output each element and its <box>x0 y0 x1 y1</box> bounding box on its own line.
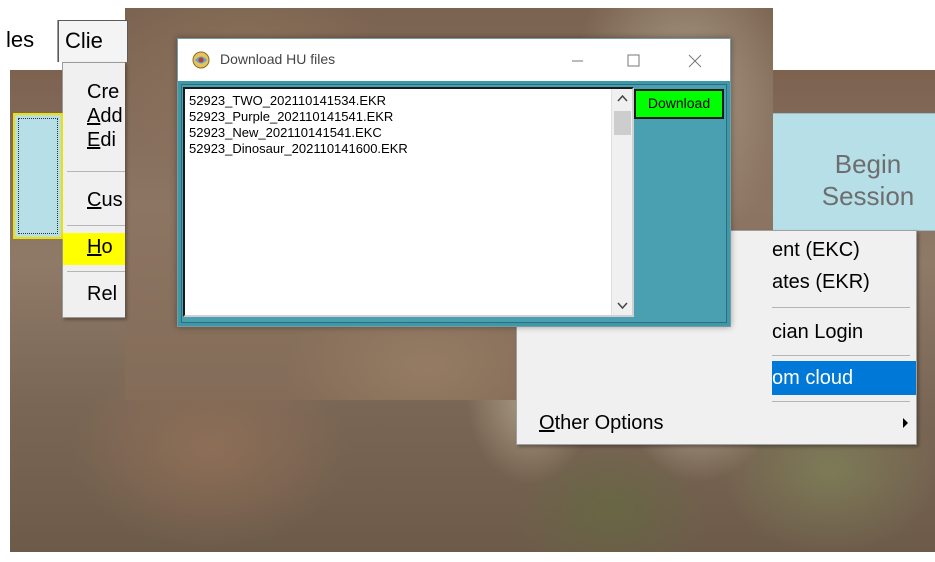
menu-files[interactable]: les <box>0 20 58 62</box>
vertical-scrollbar[interactable] <box>611 89 632 315</box>
menu-bar: les Clie <box>0 0 128 62</box>
window-title: Download HU files <box>220 51 336 67</box>
maximize-icon <box>627 54 640 67</box>
menu-item-edit[interactable]: Edi <box>63 129 125 159</box>
ctx-separator <box>772 355 910 356</box>
left-action-button[interactable] <box>13 113 63 239</box>
minimize-button[interactable] <box>554 39 600 81</box>
maximize-button[interactable] <box>610 39 656 81</box>
chevron-up-icon <box>617 94 628 102</box>
menu-item-rel[interactable]: Rel <box>63 283 125 313</box>
menu-item-home-selected[interactable]: Ho <box>63 233 125 265</box>
begin-session-button[interactable]: Begin Session <box>773 113 935 231</box>
menu-clients[interactable]: Clie <box>58 20 128 62</box>
ctx-item-other-options[interactable]: Other Options <box>517 407 916 441</box>
file-item[interactable]: 52923_TWO_202110141534.EKR <box>189 93 386 108</box>
file-item[interactable]: 52923_New_202110141541.EKC <box>189 125 382 140</box>
file-item[interactable]: 52923_Purple_202110141541.EKR <box>189 109 393 124</box>
submenu-arrow-icon <box>903 418 908 428</box>
menu-item-custom[interactable]: Cus <box>63 189 125 219</box>
file-listbox[interactable]: 52923_TWO_202110141534.EKR 52923_Purple_… <box>183 87 634 317</box>
clients-dropdown-menu: Cre Add Edi Cus Ho Rel <box>62 62 125 318</box>
ctx-separator <box>772 401 910 402</box>
close-button[interactable] <box>672 39 718 81</box>
ctx-item-from-cloud[interactable]: om cloud <box>772 361 916 395</box>
download-hu-files-window: Download HU files 52923_TWO_202110141534… <box>177 38 731 327</box>
scroll-up-button[interactable] <box>612 89 633 109</box>
scroll-thumb[interactable] <box>614 111 631 135</box>
ctx-separator <box>772 307 910 308</box>
download-button[interactable]: Download <box>634 89 724 119</box>
scroll-down-button[interactable] <box>612 295 633 315</box>
menu-separator <box>67 271 125 272</box>
title-bar[interactable]: Download HU files <box>178 39 730 81</box>
minimize-icon <box>572 60 583 62</box>
window-body: 52923_TWO_202110141534.EKR 52923_Purple_… <box>178 81 730 326</box>
begin-session-line1: Begin <box>834 149 902 179</box>
menu-separator <box>67 171 125 172</box>
chevron-down-icon <box>617 302 628 310</box>
close-icon <box>688 54 702 68</box>
app-icon <box>192 51 210 69</box>
file-item[interactable]: 52923_Dinosaur_202110141600.EKR <box>189 141 408 156</box>
begin-session-line2: Session <box>821 181 915 211</box>
menu-separator <box>67 225 125 226</box>
focus-rectangle <box>18 118 58 234</box>
